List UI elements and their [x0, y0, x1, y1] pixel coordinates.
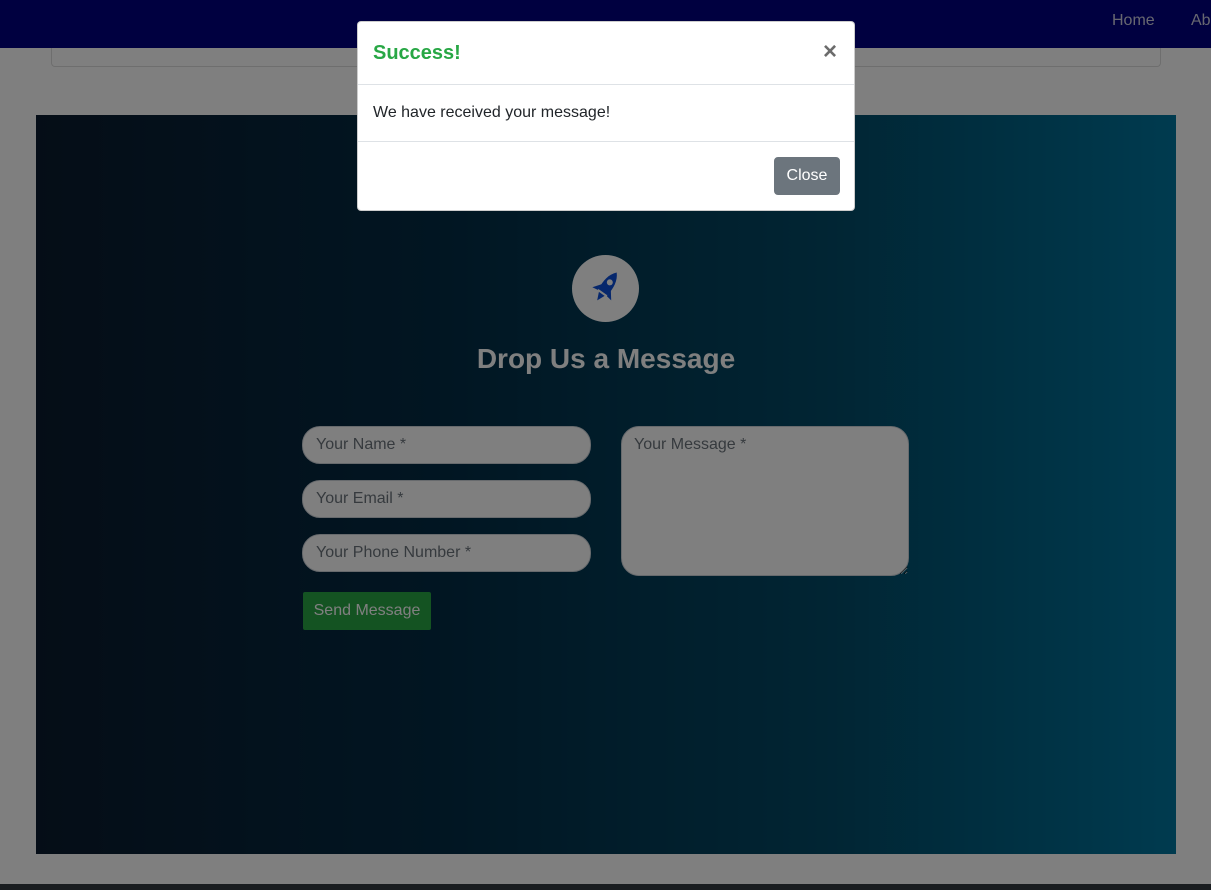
- close-icon[interactable]: ×: [820, 39, 840, 65]
- modal-title: Success!: [373, 42, 461, 64]
- modal-message: We have received your message!: [373, 104, 611, 121]
- modal-footer: Close: [358, 142, 854, 210]
- modal-header: Success! ×: [358, 22, 854, 85]
- close-button[interactable]: Close: [774, 157, 840, 195]
- modal-body: We have received your message!: [358, 85, 854, 142]
- success-modal: Success! × We have received your message…: [357, 21, 855, 211]
- page: Home Ab Drop Us a Message Send Message: [0, 0, 1211, 890]
